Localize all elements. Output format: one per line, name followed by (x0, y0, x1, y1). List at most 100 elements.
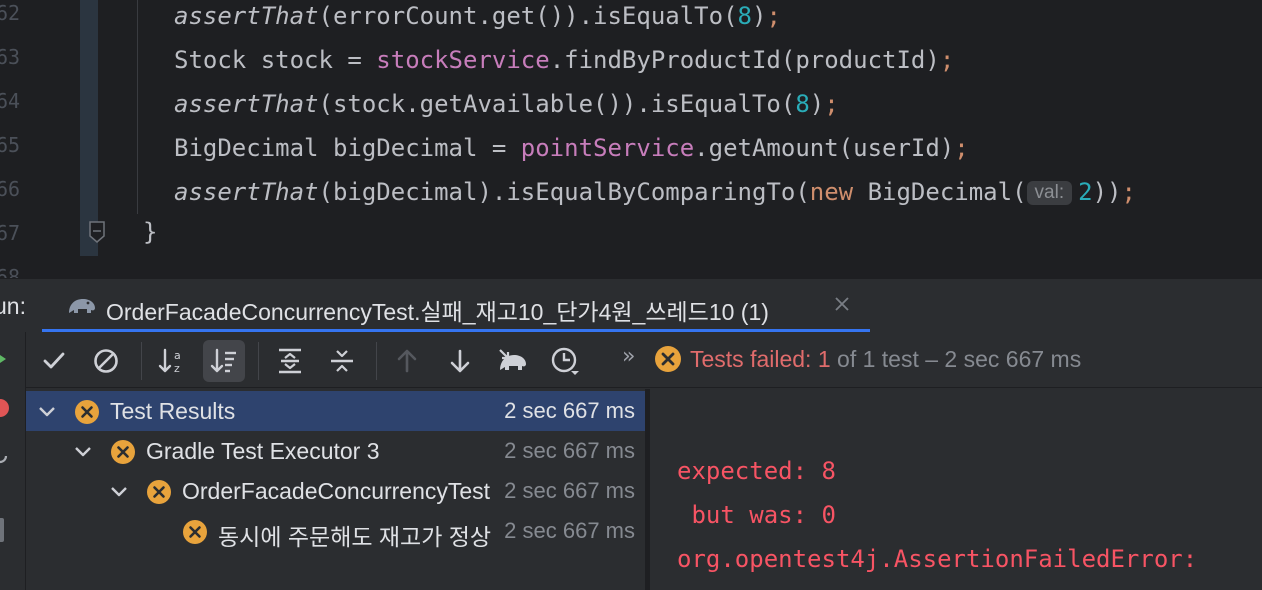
tree-row-label: 동시에 주문해도 재고가 정상 (218, 524, 492, 550)
code-token: ; (954, 134, 969, 162)
import-icon (499, 349, 526, 370)
tests-failed-count: Tests failed: 1 (690, 346, 831, 372)
code-line: assertThat(errorCount.get()).isEqualTo(8… (174, 2, 781, 30)
expand-all-button[interactable] (269, 340, 311, 382)
code-token: 8 (795, 90, 810, 118)
run-label: un: (0, 293, 26, 319)
line-number-gutter: 62 63 64 65 66 67 68 (0, 0, 80, 278)
failed-status-icon (147, 480, 171, 504)
line-number: 67 (0, 221, 21, 245)
stop-icon[interactable] (0, 398, 10, 418)
code-token: stockService (376, 46, 550, 74)
test-results-tree[interactable]: Test Results 2 sec 667 ms Gradle Test Ex… (26, 389, 645, 590)
code-token: (errorCount.get()).isEqualTo( (318, 2, 738, 30)
tree-row-duration: 2 sec 667 ms (504, 438, 635, 463)
test-runner-toolbar: a z » Tests failed: 1 of 1 test – 2 sec … (26, 332, 1262, 388)
failed-status-icon (75, 400, 99, 424)
import-tests-button[interactable] (492, 340, 534, 382)
code-token: (bigDecimal).isEqualByComparingTo( (318, 178, 810, 206)
sort-alpha-icon: a z (158, 348, 181, 375)
close-icon[interactable] (832, 294, 852, 314)
run-tab[interactable]: OrderFacadeConcurrencyTest.실패_재고10_단가4원_… (42, 279, 870, 333)
arrow-down-icon (450, 349, 470, 373)
refresh-icon[interactable] (0, 446, 10, 466)
code-line: Stock stock = stockService.findByProduct… (174, 46, 954, 74)
line-number: 65 (0, 133, 21, 157)
test-output-console[interactable]: expected: 8 but was: 0 org.opentest4j.As… (650, 389, 1262, 590)
toolbar-separator (141, 342, 142, 380)
line-number: 64 (0, 89, 21, 113)
run-tab-title: OrderFacadeConcurrencyTest.실패_재고10_단가4원_… (106, 299, 769, 325)
chevron-down-icon[interactable] (36, 401, 58, 423)
run-tool-window-header: un: OrderFacadeConcurrencyTest.실패_재고10_단… (0, 278, 1262, 333)
toolbar-separator (376, 342, 377, 380)
code-token: )) (1092, 178, 1122, 206)
tree-row-duration: 2 sec 667 ms (504, 398, 635, 423)
failed-status-icon (183, 520, 207, 544)
code-token: BigDecimal( (867, 178, 1027, 206)
code-token: ; (939, 46, 955, 74)
sort-by-duration-button[interactable] (203, 340, 245, 382)
checkmark-icon (43, 352, 65, 369)
console-line: org.opentest4j.AssertionFailedError: (677, 545, 1198, 573)
line-number: 66 (0, 177, 21, 201)
fold-marker-icon[interactable] (88, 220, 106, 244)
tree-row-duration: 2 sec 667 ms (504, 478, 635, 503)
run-side-toolbar (0, 332, 26, 590)
history-clock-icon (551, 347, 579, 375)
code-token: assertThat (174, 90, 319, 118)
tree-row-gradle-executor[interactable]: Gradle Test Executor 3 2 sec 667 ms (26, 431, 645, 471)
line-number: 62 (0, 1, 21, 25)
show-ignored-button[interactable] (85, 340, 127, 382)
code-token: new (809, 178, 868, 206)
code-token: .findByProductId(productId) (549, 46, 940, 74)
tests-summary-rest: of 1 test – 2 sec 667 ms (830, 346, 1082, 372)
no-entry-icon (94, 349, 118, 373)
tree-row-label: OrderFacadeConcurrencyTest (182, 478, 491, 504)
tree-row-test-method[interactable]: 동시에 주문해도 재고가 정상 2 sec 667 ms (26, 511, 645, 551)
code-token: assertThat (174, 2, 319, 30)
line-number: 68 (0, 265, 21, 278)
tree-row-duration: 2 sec 667 ms (504, 518, 635, 543)
code-token: 2 (1078, 178, 1093, 206)
expand-all-icon (279, 348, 301, 374)
code-line: BigDecimal bigDecimal = pointService.get… (174, 134, 969, 162)
arrow-up-icon (397, 349, 417, 373)
toolbar-overflow-chevron[interactable]: » (622, 344, 635, 369)
code-token: (stock.getAvailable()).isEqualTo( (318, 90, 796, 118)
code-token: ) (809, 90, 825, 118)
sort-duration-icon (210, 348, 236, 373)
previous-failed-button[interactable] (386, 340, 428, 382)
code-line: assertThat(bigDecimal).isEqualByComparin… (174, 178, 1136, 206)
show-passed-button[interactable] (33, 340, 75, 382)
console-line: but was: 0 (677, 501, 836, 529)
parameter-hint: val: (1026, 181, 1073, 205)
rerun-icon[interactable] (0, 350, 8, 368)
toolbar-separator (258, 342, 259, 380)
test-history-button[interactable] (544, 340, 586, 382)
svg-text:z: z (174, 362, 180, 375)
code-token: Stock stock = (174, 46, 377, 74)
code-token: .getAmount(userId) (694, 134, 955, 162)
collapse-all-icon (331, 350, 353, 372)
code-token: ; (1121, 178, 1136, 206)
collapse-all-button[interactable] (321, 340, 363, 382)
next-failed-button[interactable] (439, 340, 481, 382)
layout-icon[interactable] (0, 518, 4, 542)
tree-row-label: Test Results (110, 398, 236, 424)
tree-row-test-class[interactable]: OrderFacadeConcurrencyTest 2 sec 667 ms (26, 471, 645, 511)
code-token: ; (824, 90, 839, 118)
chevron-down-icon[interactable] (108, 481, 130, 503)
sort-alphabetically-button[interactable]: a z (151, 340, 193, 382)
test-failed-status-icon (655, 346, 681, 372)
tree-row-label: Gradle Test Executor 3 (146, 438, 380, 464)
svg-text:a: a (174, 349, 181, 362)
code-token: BigDecimal bigDecimal = (174, 134, 521, 162)
code-token: pointService (520, 134, 695, 162)
chevron-down-icon[interactable] (72, 441, 94, 463)
code-token: assertThat (174, 178, 319, 206)
tree-row-test-results[interactable]: Test Results 2 sec 667 ms (26, 391, 645, 431)
code-editor[interactable]: 62 63 64 65 66 67 68 assertThat(errorCou… (0, 0, 1262, 278)
code-token: ; (766, 2, 781, 30)
test-status-summary: Tests failed: 1 of 1 test – 2 sec 667 ms (690, 346, 1081, 373)
